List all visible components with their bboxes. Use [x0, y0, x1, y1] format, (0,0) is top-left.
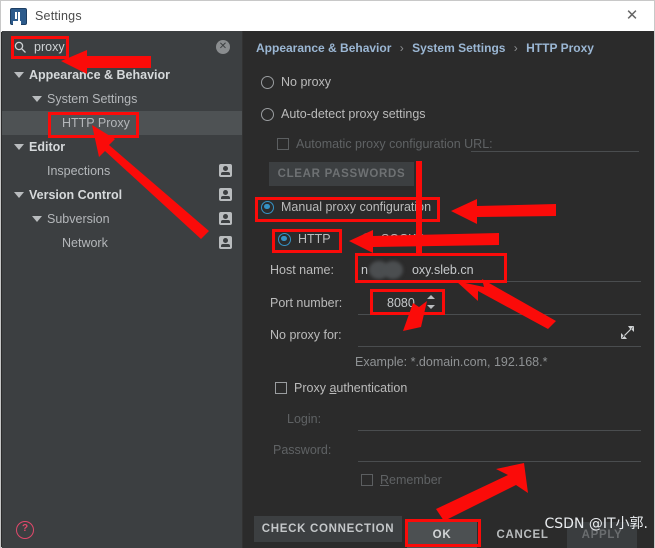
- example-hint: Example: *.domain.com, 192.168.*: [355, 355, 548, 369]
- breadcrumb-part-1[interactable]: Appearance & Behavior: [256, 41, 391, 55]
- host-name-underline: [358, 281, 641, 282]
- breadcrumb-separator: ›: [513, 41, 518, 55]
- sidebar-item-system-settings[interactable]: System Settings: [2, 87, 242, 111]
- sidebar-item-label: Version Control: [29, 188, 123, 202]
- sidebar-item-subversion[interactable]: Subversion: [2, 207, 242, 231]
- settings-sidebar: proxy ✕ Appearance & Behavior System Set…: [2, 31, 242, 548]
- sidebar-item-label: Subversion: [47, 212, 110, 226]
- auto-config-url-label: Automatic proxy configuration URL:: [296, 137, 493, 151]
- manual-proxy-radio-row[interactable]: Manual proxy configuration: [261, 200, 431, 214]
- http-proxy-settings-panel: Appearance & Behavior › System Settings …: [242, 31, 654, 548]
- window-titlebar: Settings ✕: [1, 1, 654, 32]
- port-number-row: Port number:: [270, 296, 342, 310]
- chevron-down-icon[interactable]: [14, 70, 24, 80]
- intellij-idea-icon: [10, 7, 27, 25]
- expand-icon[interactable]: [621, 326, 634, 339]
- manual-proxy-radio[interactable]: [261, 200, 274, 214]
- sidebar-item-http-proxy[interactable]: HTTP Proxy: [2, 111, 242, 135]
- spinner-updown-icon[interactable]: [427, 294, 436, 310]
- auto-config-url-input[interactable]: [471, 151, 639, 152]
- check-connection-button[interactable]: CHECK CONNECTION: [254, 516, 402, 542]
- socks-radio[interactable]: [361, 232, 374, 246]
- search-icon: [14, 41, 27, 54]
- host-name-label: Host name:: [270, 263, 334, 277]
- project-settings-badge-icon: [219, 188, 232, 201]
- login-row: Login:: [287, 412, 321, 426]
- search-row[interactable]: proxy ✕: [2, 31, 242, 64]
- search-input[interactable]: proxy: [34, 40, 65, 54]
- ok-label: OK: [432, 529, 452, 541]
- watermark: CSDN @IT小郭.: [544, 516, 649, 532]
- chevron-down-icon[interactable]: [14, 190, 24, 200]
- auto-config-url-row: Automatic proxy configuration URL:: [277, 137, 493, 151]
- settings-window: Settings ✕ proxy ✕ Appearance & Behavior: [0, 0, 655, 548]
- password-input[interactable]: [358, 461, 641, 462]
- cancel-label: CANCEL: [496, 529, 549, 541]
- auto-detect-radio-row[interactable]: Auto-detect proxy settings: [261, 107, 426, 121]
- close-icon[interactable]: ✕: [610, 1, 654, 30]
- settings-tree: Appearance & Behavior System Settings HT…: [2, 63, 242, 548]
- breadcrumb: Appearance & Behavior › System Settings …: [256, 41, 594, 55]
- remember-checkbox[interactable]: [361, 474, 373, 486]
- help-icon[interactable]: ?: [16, 521, 34, 539]
- sidebar-item-label: HTTP Proxy: [62, 116, 130, 130]
- no-proxy-radio-row[interactable]: No proxy: [261, 75, 331, 89]
- sidebar-item-version-control[interactable]: Version Control: [2, 183, 242, 207]
- no-proxy-for-input[interactable]: [358, 346, 641, 347]
- auto-detect-label: Auto-detect proxy settings: [281, 107, 426, 121]
- sidebar-item-label: Editor: [29, 140, 66, 154]
- breadcrumb-part-3: HTTP Proxy: [526, 41, 594, 55]
- auto-config-url-checkbox[interactable]: [277, 138, 289, 150]
- port-number-underline: [358, 314, 641, 315]
- breadcrumb-part-2[interactable]: System Settings: [412, 41, 505, 55]
- no-proxy-for-row: No proxy for:: [270, 328, 342, 342]
- chevron-down-icon[interactable]: [32, 214, 42, 224]
- socks-label: SOCKS: [381, 232, 425, 246]
- port-number-input[interactable]: 8080: [387, 296, 415, 310]
- remember-label: Remember: [380, 473, 442, 487]
- project-settings-badge-icon: [219, 164, 232, 177]
- no-proxy-for-label: No proxy for:: [270, 328, 342, 342]
- sidebar-item-label: System Settings: [47, 92, 138, 106]
- check-connection-label: CHECK CONNECTION: [261, 523, 395, 535]
- sidebar-item-editor[interactable]: Editor: [2, 135, 242, 159]
- project-settings-badge-icon: [219, 236, 232, 249]
- login-input[interactable]: [358, 430, 641, 431]
- password-label: Password:: [273, 443, 332, 457]
- auto-detect-radio[interactable]: [261, 107, 274, 121]
- clear-icon[interactable]: ✕: [216, 40, 230, 54]
- chevron-down-icon[interactable]: [32, 94, 42, 104]
- sidebar-item-network[interactable]: Network: [2, 231, 242, 255]
- http-label: HTTP: [298, 232, 331, 246]
- proxy-authentication-label: Proxy authentication: [294, 381, 408, 395]
- host-name-redaction: [383, 261, 403, 279]
- project-settings-badge-icon: [219, 212, 232, 225]
- http-radio[interactable]: [278, 232, 291, 246]
- login-label: Login:: [287, 412, 322, 426]
- sidebar-item-appearance-behavior[interactable]: Appearance & Behavior: [2, 63, 242, 87]
- sidebar-item-label: Inspections: [47, 164, 111, 178]
- remember-row[interactable]: Remember: [361, 473, 442, 487]
- http-radio-row[interactable]: HTTP: [278, 232, 331, 246]
- window-title: Settings: [35, 9, 82, 23]
- clear-passwords-button: CLEAR PASSWORDS: [269, 162, 414, 186]
- clear-passwords-label: CLEAR PASSWORDS: [277, 168, 406, 180]
- no-proxy-label: No proxy: [281, 75, 332, 89]
- port-number-label: Port number:: [270, 296, 343, 310]
- no-proxy-radio[interactable]: [261, 75, 274, 89]
- socks-radio-row[interactable]: SOCKS: [361, 232, 425, 246]
- proxy-authentication-checkbox[interactable]: [275, 382, 287, 394]
- host-name-value-prefix: n: [361, 263, 368, 277]
- password-row: Password:: [273, 443, 331, 457]
- proxy-authentication-row[interactable]: Proxy authentication: [275, 381, 407, 395]
- host-name-value-suffix: oxy.sleb.cn: [411, 263, 474, 277]
- ok-button[interactable]: OK: [407, 522, 477, 548]
- manual-proxy-label: Manual proxy configuration: [281, 200, 432, 214]
- chevron-down-icon[interactable]: [14, 142, 24, 152]
- sidebar-item-label: Appearance & Behavior: [29, 68, 171, 82]
- host-name-row: Host name:: [270, 263, 334, 277]
- breadcrumb-separator: ›: [399, 41, 404, 55]
- sidebar-item-label: Network: [62, 236, 108, 250]
- sidebar-item-inspections[interactable]: Inspections: [2, 159, 242, 183]
